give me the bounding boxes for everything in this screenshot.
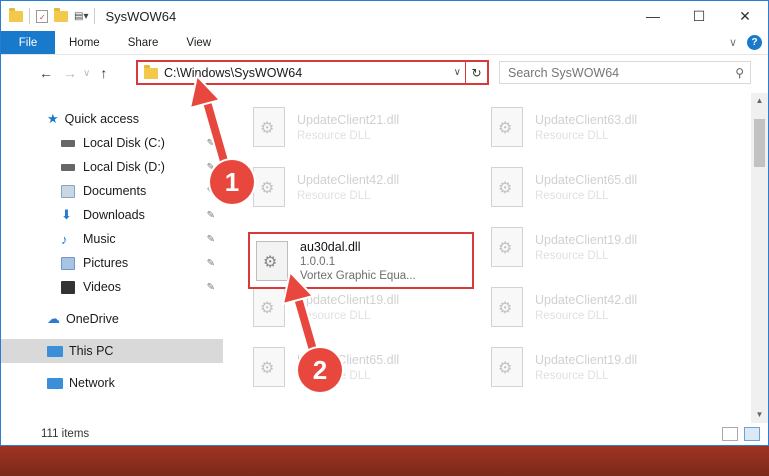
arrow-1 bbox=[188, 73, 232, 174]
callout-badge: 1 bbox=[210, 160, 254, 204]
callout-badge: 2 bbox=[298, 348, 342, 392]
arrow-2 bbox=[281, 269, 319, 356]
annotation-arrows bbox=[188, 73, 319, 356]
